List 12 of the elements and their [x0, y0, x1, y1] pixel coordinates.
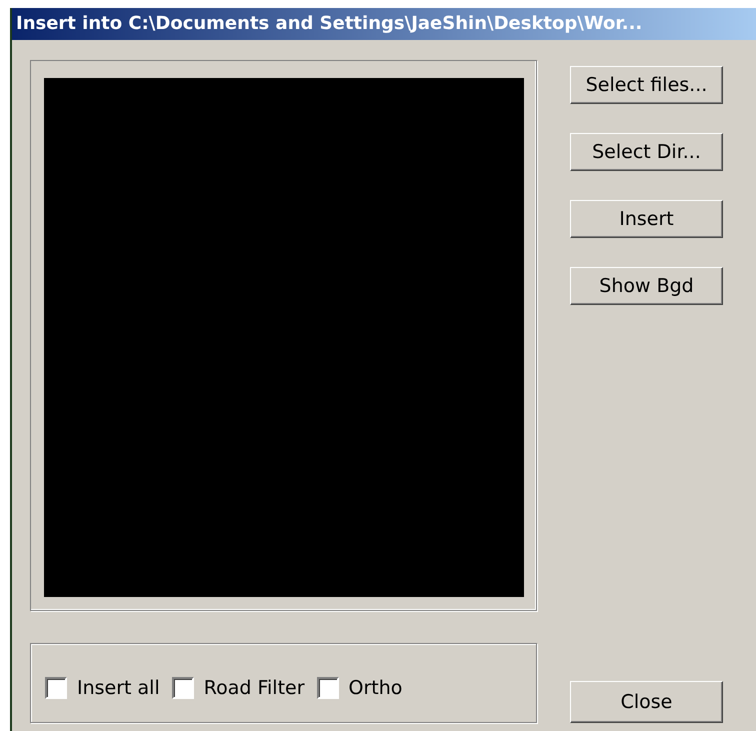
checkbox-label: Ortho	[348, 676, 402, 701]
checkbox-label: Road Filter	[204, 676, 305, 701]
dialog-button[interactable]: Insert	[570, 200, 723, 238]
dialog-button[interactable]: Select Dir...	[570, 133, 723, 171]
window-title: Insert into C:\Documents and Settings\JaeShin\Desktop\Wor...	[12, 8, 756, 40]
dialog-button[interactable]: Show Bgd	[570, 267, 723, 305]
checkbox-label: Insert all	[77, 676, 160, 701]
checkbox[interactable]	[45, 677, 67, 699]
checkbox[interactable]	[172, 677, 194, 699]
checkbox[interactable]	[316, 677, 339, 699]
dialog-button[interactable]: Select files...	[570, 66, 723, 104]
close-button[interactable]: Close	[570, 681, 723, 723]
